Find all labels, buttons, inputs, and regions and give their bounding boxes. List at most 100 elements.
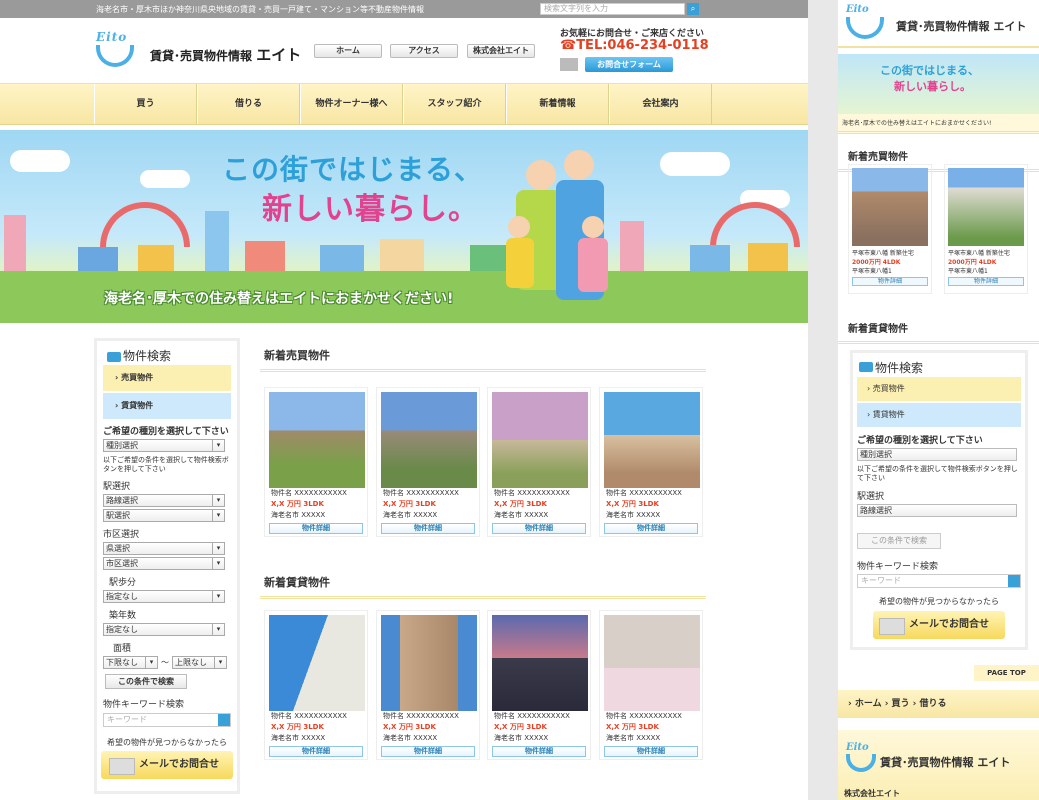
detail-button[interactable]: 物件詳細 <box>948 277 1024 286</box>
rent-card[interactable]: 物件名 XXXXXXXXXXX X,X 万円 3LDK 海老名市 XXXXX 物… <box>376 610 480 760</box>
search-icon[interactable] <box>1008 575 1020 587</box>
search-title: 物件検索 <box>853 353 1025 377</box>
rent-card[interactable]: 物件名 XXXXXXXXXXX X,X 万円 3LDK 海老名市 XXXXX 物… <box>487 610 591 760</box>
keyword-input[interactable]: キーワード <box>103 713 231 727</box>
search-icon[interactable]: ⌕ <box>687 3 699 15</box>
header-nav-company[interactable]: 株式会社エイト <box>467 44 535 58</box>
pc-view: 海老名市・厚木市ほか神奈川県央地域の賃貸・売買一戸建て・マンション等不動産物件情… <box>0 0 808 800</box>
card-price: X,X 万円 3LDK <box>494 723 547 731</box>
gnav-staff[interactable]: スタッフ紹介 <box>403 84 506 124</box>
gnav-news[interactable]: 新着情報 <box>506 84 609 124</box>
area-min-select[interactable]: 下限なし <box>103 656 158 669</box>
sp-banner-caption: 海老名･厚木での住み替えはエイトにおまかせください! <box>838 114 1039 134</box>
type-select[interactable]: 種別選択 <box>103 439 225 452</box>
gnav-owner[interactable]: 物件オーナー様へ <box>300 84 403 124</box>
tab-sale[interactable]: › 売買物件 <box>103 365 231 391</box>
footer-company: 株式会社エイト <box>844 789 900 798</box>
sale-section-title: 新着売買物件 <box>260 347 706 372</box>
house-icon <box>107 351 121 362</box>
house <box>245 241 285 275</box>
property-photo <box>492 392 588 488</box>
keyword-input[interactable]: キーワード <box>857 574 1021 588</box>
keyword-placeholder: キーワード <box>861 576 901 585</box>
search-icon[interactable] <box>218 714 230 726</box>
area-label: 面積 <box>113 644 132 654</box>
header-nav-home[interactable]: ホーム <box>314 44 382 58</box>
pref-select[interactable]: 県選択 <box>103 542 225 555</box>
mail-inquiry-button[interactable]: メールでお問合せ <box>873 611 1005 639</box>
age-select[interactable]: 指定なし <box>103 623 225 636</box>
contact-form-button[interactable]: お問合せフォーム <box>585 57 673 72</box>
sale-card[interactable]: 物件名 XXXXXXXXXXX X,X 万円 3LDK 海老名市 XXXXX 物… <box>376 387 480 537</box>
type-select[interactable]: 種別選択 <box>857 448 1017 461</box>
sale-card[interactable]: 物件名 XXXXXXXXXXX X,X 万円 3LDK 海老名市 XXXXX 物… <box>599 387 703 537</box>
card-price: X,X 万円 3LDK <box>606 723 659 731</box>
site-tagline: 海老名市・厚木市ほか神奈川県央地域の賃貸・売買一戸建て・マンション等不動産物件情… <box>96 4 424 14</box>
rent-card[interactable]: 物件名 XXXXXXXXXXX X,X 万円 3LDK 海老名市 XXXXX 物… <box>599 610 703 760</box>
card-name: 物件名 XXXXXXXXXXX <box>494 712 570 720</box>
gnav-rent[interactable]: 借りる <box>197 84 300 124</box>
city-select[interactable]: 市区選択 <box>103 557 225 570</box>
walk-select[interactable]: 指定なし <box>103 590 225 603</box>
detail-button[interactable]: 物件詳細 <box>269 746 363 757</box>
card-price: X,X 万円 3LDK <box>383 500 436 508</box>
detail-button[interactable]: 物件詳細 <box>604 523 698 534</box>
search-button[interactable]: この条件で検索 <box>105 674 187 689</box>
detail-button[interactable]: 物件詳細 <box>492 523 586 534</box>
area-max-select[interactable]: 上限なし <box>172 656 227 669</box>
building <box>205 211 229 275</box>
sp-brand-name[interactable]: 賃貸･売買物件情報 エイト <box>896 18 1026 34</box>
family-illustration <box>582 216 604 238</box>
property-photo <box>269 615 365 711</box>
card-price: X,X 万円 3LDK <box>383 723 436 731</box>
building <box>4 215 26 275</box>
breadcrumb[interactable]: › ホーム › 買う › 借りる <box>838 690 1039 718</box>
keyword-placeholder: キーワード <box>107 715 147 724</box>
tab-sale-label: 売買物件 <box>121 373 154 382</box>
card-city: 平塚市東八幡1 <box>948 268 988 275</box>
mail-icon <box>560 58 578 71</box>
property-photo <box>269 392 365 488</box>
not-found-text: 希望の物件が見つからなかったら <box>107 738 227 747</box>
search-button[interactable]: この条件で検索 <box>857 533 941 549</box>
sp-sale-card[interactable]: 平塚市東八幡 新築住宅 2000万円 4LDK 平塚市東八幡1 物件詳細 <box>944 164 1028 294</box>
card-name: 平塚市東八幡 新築住宅 <box>852 250 914 257</box>
card-name: 物件名 XXXXXXXXXXX <box>271 712 347 720</box>
detail-button[interactable]: 物件詳細 <box>492 746 586 757</box>
page-top-button[interactable]: PAGE TOP <box>974 665 1039 681</box>
detail-button[interactable]: 物件詳細 <box>604 746 698 757</box>
sale-card[interactable]: 物件名 XXXXXXXXXXX X,X 万円 3LDK 海老名市 XXXXX 物… <box>487 387 591 537</box>
sale-card[interactable]: 物件名 XXXXXXXXXXX X,X 万円 3LDK 海老名市 XXXXX 物… <box>264 387 368 537</box>
detail-button[interactable]: 物件詳細 <box>381 523 475 534</box>
line-select[interactable]: 路線選択 <box>103 494 225 507</box>
tab-rent-label: 賃貸物件 <box>121 401 154 410</box>
gnav-about[interactable]: 会社案内 <box>609 84 712 124</box>
phone-number[interactable]: ☎TEL:046-234-0118 <box>560 38 709 53</box>
gnav-buy[interactable]: 買う <box>94 84 197 124</box>
tab-rent[interactable]: › 賃貸物件 <box>857 403 1021 427</box>
card-price: X,X 万円 3LDK <box>271 500 324 508</box>
detail-button[interactable]: 物件詳細 <box>852 277 928 286</box>
card-name: 物件名 XXXXXXXXXXX <box>383 712 459 720</box>
site-logo-text[interactable]: 賃貸･売買物件情報 エイト <box>150 44 301 65</box>
detail-button[interactable]: 物件詳細 <box>269 523 363 534</box>
rent-card[interactable]: 物件名 XXXXXXXXXXX X,X 万円 3LDK 海老名市 XXXXX 物… <box>264 610 368 760</box>
mail-inquiry-button[interactable]: メールでお問合せ <box>101 751 233 779</box>
page: 海老名市・厚木市ほか神奈川県央地域の賃貸・売買一戸建て・マンション等不動産物件情… <box>0 0 1039 800</box>
hero-banner: この街ではじまる、 新しい暮らし。 海老名･厚木での住み替えはエイトにおまかせく… <box>0 130 808 323</box>
logo-icon[interactable]: Eito <box>96 30 142 70</box>
building <box>620 221 644 275</box>
sp-rent-title: 新着賃貸物件 <box>838 312 1039 344</box>
search-input[interactable]: 検索文字列を入力 <box>540 3 685 15</box>
tab-rent[interactable]: › 賃貸物件 <box>103 393 231 419</box>
sp-banner-line2: 新しい暮らし。 <box>894 80 971 93</box>
global-nav: 買う 借りる 物件オーナー様へ スタッフ紹介 新着情報 会社案内 <box>0 83 808 125</box>
sp-sale-card[interactable]: 平塚市東八幡 新築住宅 2000万円 4LDK 平塚市東八幡1 物件詳細 <box>848 164 932 294</box>
sp-banner: この街ではじまる、 新しい暮らし。 <box>838 54 1039 114</box>
line-select[interactable]: 路線選択 <box>857 504 1017 517</box>
tab-sale[interactable]: › 売買物件 <box>857 377 1021 401</box>
detail-button[interactable]: 物件詳細 <box>381 746 475 757</box>
station-select[interactable]: 駅選択 <box>103 509 225 522</box>
property-photo <box>492 615 588 711</box>
header-nav-access[interactable]: アクセス <box>390 44 458 58</box>
